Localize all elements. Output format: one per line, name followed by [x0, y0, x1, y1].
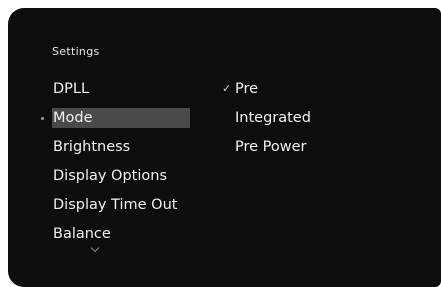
option-pre[interactable]: ✓ Pre [222, 78, 311, 107]
menu-item-label: Brightness [53, 139, 131, 155]
menu-item-balance[interactable]: Balance [8, 223, 208, 252]
page-title: Settings [52, 45, 100, 58]
menu-item-display-time-out[interactable]: Display Time Out [8, 194, 208, 223]
menu-item-label: DPLL [53, 81, 90, 97]
menu-item-mode[interactable]: Mode [8, 107, 208, 136]
mode-options: ✓ Pre Integrated Pre Power [222, 78, 311, 165]
menu-item-label: Display Options [53, 168, 168, 184]
option-label: Pre [235, 81, 259, 97]
option-integrated[interactable]: Integrated [222, 107, 311, 136]
menu-item-label: Display Time Out [53, 197, 178, 213]
menu-item-label: Mode [53, 110, 93, 126]
option-label: Pre Power [235, 139, 307, 155]
menu-item-display-options[interactable]: Display Options [8, 165, 208, 194]
checkmark-icon: ✓ [222, 82, 232, 95]
menu-item-dpll[interactable]: DPLL [8, 78, 208, 107]
settings-menu: DPLL Mode Brightness Display Options Dis… [8, 78, 208, 252]
menu-item-label: Balance [53, 226, 111, 242]
option-pre-power[interactable]: Pre Power [222, 136, 311, 165]
menu-item-brightness[interactable]: Brightness [8, 136, 208, 165]
option-label: Integrated [235, 110, 311, 126]
selection-dot-icon [41, 117, 44, 120]
settings-screen: Settings DPLL Mode Brightness Display Op… [8, 8, 441, 287]
